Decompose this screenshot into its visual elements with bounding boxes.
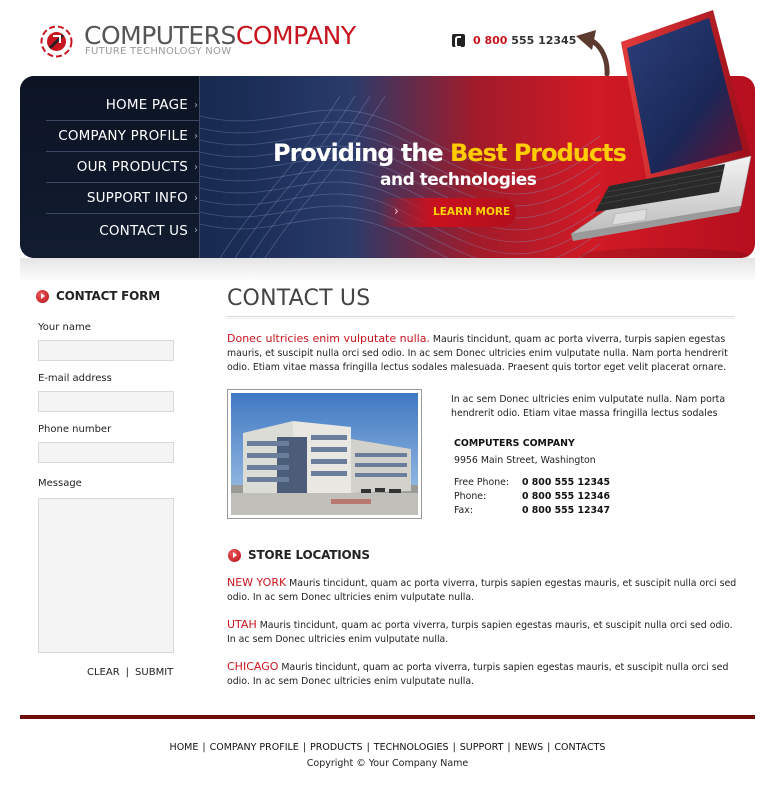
nav-item-support-info[interactable]: SUPPORT INFO ›	[46, 183, 200, 214]
email-label: E-mail address	[38, 373, 112, 384]
footer-link-home[interactable]: HOME	[170, 742, 199, 753]
title-divider	[227, 316, 735, 319]
store-item: UTAH Mauris tincidunt, quam ac porta viv…	[227, 618, 737, 647]
intro-lead: Donec ultricies enim vulputate nulla.	[227, 332, 430, 345]
banner-shadow	[20, 258, 755, 282]
contact-row: Phone: 0 800 555 12346	[454, 491, 610, 502]
bullet-arrow-icon	[36, 289, 49, 303]
store-text: Mauris tincidunt, quam ac porta viverra,…	[227, 620, 733, 645]
nav-item-company-profile[interactable]: COMPANY PROFILE ›	[46, 121, 200, 152]
footer-nav: HOME | COMPANY PROFILE | PRODUCTS | TECHNOLOGI…	[169, 742, 606, 753]
chevron-right-icon: ›	[194, 192, 198, 204]
store-locations-heading: STORE LOCATIONS	[228, 548, 370, 562]
page-title: CONTACT US	[227, 286, 371, 311]
message-field[interactable]	[38, 498, 174, 653]
store-text: Mauris tincidunt, quam ac porta viverra,…	[227, 578, 737, 603]
email-field[interactable]	[38, 391, 174, 412]
store-city[interactable]: NEW YORK	[227, 576, 286, 589]
company-address: 9956 Main Street, Washington	[454, 455, 596, 466]
logo[interactable]: COMPUTERSCOMPANY FUTURE TECHNOLOGY NOW	[40, 22, 356, 62]
footer-link-products[interactable]: PRODUCTS	[310, 742, 363, 753]
form-buttons: CLEAR | SUBMIT	[87, 667, 173, 678]
store-item: CHICAGO Mauris tincidunt, quam ac porta …	[227, 660, 737, 689]
bullet-arrow-icon	[228, 548, 241, 562]
laptop-image	[570, 10, 752, 264]
submit-button[interactable]: SUBMIT	[135, 667, 173, 678]
store-city[interactable]: CHICAGO	[227, 660, 278, 673]
nav-item-contact-us[interactable]: CONTACT US ›	[46, 215, 200, 246]
store-item: NEW YORK Mauris tincidunt, quam ac porta…	[227, 576, 737, 605]
contact-label: Fax:	[454, 505, 473, 516]
side-paragraph: In ac sem Donec ultricies enim vulputate…	[451, 394, 726, 419]
chevron-right-icon: ›	[194, 161, 198, 173]
store-text: Mauris tincidunt, quam ac porta viverra,…	[227, 662, 729, 687]
logo-tagline: FUTURE TECHNOLOGY NOW	[85, 46, 232, 57]
contact-value: 0 800 555 12347	[522, 505, 611, 516]
phone-icon	[452, 33, 465, 48]
footer-link-support[interactable]: SUPPORT	[460, 742, 504, 753]
nav-item-our-products[interactable]: OUR PRODUCTS ›	[46, 152, 200, 183]
phone-prefix: 0 800	[473, 33, 508, 47]
chevron-right-icon: ›	[394, 204, 399, 218]
chevron-right-icon: ›	[194, 225, 198, 236]
nav-item-home[interactable]: HOME PAGE ›	[46, 90, 200, 121]
building-image	[231, 393, 418, 515]
contact-row: Fax: 0 800 555 12347	[454, 505, 610, 516]
contact-row: Free Phone: 0 800 555 12345	[454, 477, 610, 488]
chevron-right-icon: ›	[194, 99, 198, 111]
form-button-separator: |	[125, 667, 130, 678]
company-name: COMPUTERS COMPANY	[454, 438, 575, 449]
intro-paragraph: Donec ultricies enim vulputate nulla. Ma…	[227, 332, 737, 375]
store-city[interactable]: UTAH	[227, 618, 257, 631]
main-nav: HOME PAGE › COMPANY PROFILE › OUR PRODUCTS…	[20, 76, 200, 258]
footer-link-technologies[interactable]: TECHNOLOGIES	[374, 742, 449, 753]
contact-value: 0 800 555 12346	[522, 491, 611, 502]
copyright-text: Copyright © Your Company Name	[306, 758, 469, 769]
chevron-right-icon: ›	[194, 130, 198, 142]
footer-link-news[interactable]: NEWS	[515, 742, 544, 753]
name-label: Your name	[38, 322, 91, 333]
footer-divider	[20, 715, 755, 719]
banner-subslogan: and technologies	[380, 170, 537, 190]
contact-value: 0 800 555 12345	[522, 477, 611, 488]
phone-label: Phone number	[38, 424, 112, 435]
logo-globe-icon	[40, 25, 73, 58]
footer-link-company-profile[interactable]: COMPANY PROFILE	[210, 742, 299, 753]
contact-form-heading: CONTACT FORM	[36, 289, 160, 303]
clear-button[interactable]: CLEAR	[87, 667, 120, 678]
footer-link-contacts[interactable]: CONTACTS	[554, 742, 605, 753]
contact-label: Free Phone:	[454, 477, 510, 488]
office-building-photo	[227, 389, 422, 519]
message-label: Message	[38, 478, 82, 489]
phone-field[interactable]	[38, 442, 174, 463]
learn-more-button[interactable]: › LEARN MORE	[379, 198, 516, 227]
contact-label: Phone:	[454, 491, 487, 502]
name-field[interactable]	[38, 340, 174, 361]
